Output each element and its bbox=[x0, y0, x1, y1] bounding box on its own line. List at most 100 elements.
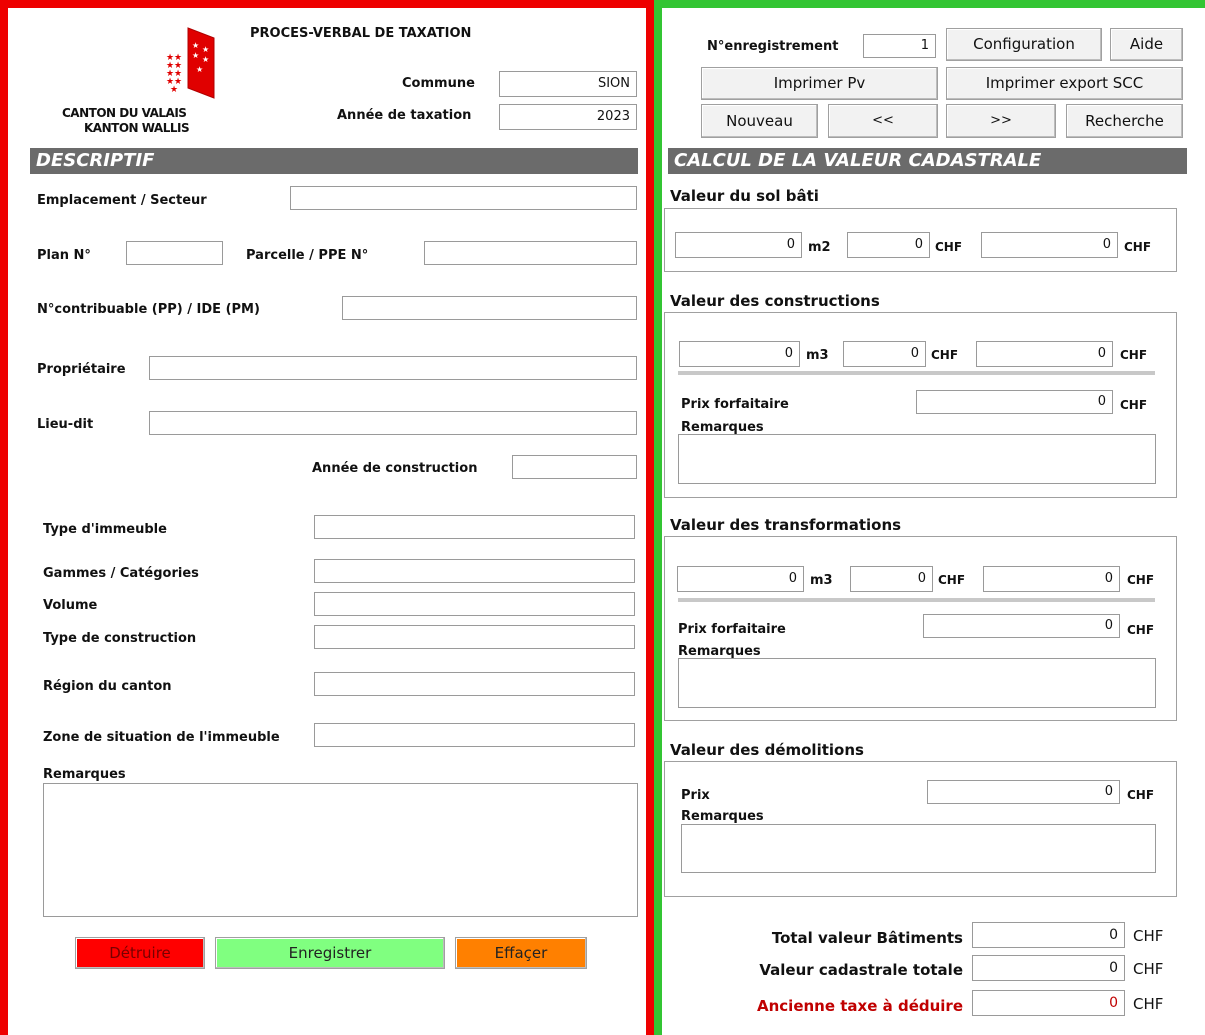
transformations-prix-field[interactable]: 0 bbox=[850, 566, 933, 592]
plan-label: Plan N° bbox=[37, 248, 91, 263]
remarques-textarea[interactable] bbox=[43, 783, 638, 917]
constructions-m3-field[interactable]: 0 bbox=[679, 341, 800, 367]
canton-logo: ★ ★ ★ ★ ★ ★ ★ ★ ★ ★ ★ ★ ★ ★ bbox=[160, 26, 216, 100]
constructions-m3-unit: m3 bbox=[806, 348, 829, 363]
configuration-button[interactable]: Configuration bbox=[946, 28, 1102, 61]
zone-label: Zone de situation de l'immeuble bbox=[43, 730, 280, 745]
valeur-cadastrale-label: Valeur cadastrale totale bbox=[759, 961, 963, 979]
type-construction-field[interactable] bbox=[314, 625, 635, 649]
ancienne-taxe-label: Ancienne taxe à déduire bbox=[757, 997, 963, 1015]
page-title: PROCES-VERBAL DE TAXATION bbox=[250, 26, 472, 41]
demolitions-prix-label: Prix bbox=[681, 788, 710, 803]
sol-prix-field[interactable]: 0 bbox=[847, 232, 930, 258]
sol-total-field[interactable]: 0 bbox=[981, 232, 1118, 258]
constructions-prix-field[interactable]: 0 bbox=[843, 341, 926, 367]
region-label: Région du canton bbox=[43, 679, 172, 694]
sol-m2-unit: m2 bbox=[808, 240, 831, 255]
transformations-total-field[interactable]: 0 bbox=[983, 566, 1120, 592]
region-field[interactable] bbox=[314, 672, 635, 696]
logo-text-1: CANTON DU VALAIS bbox=[62, 106, 187, 120]
svg-text:★: ★ bbox=[202, 55, 209, 64]
type-construction-label: Type de construction bbox=[43, 631, 197, 646]
contribuable-field[interactable] bbox=[342, 296, 637, 320]
parcelle-label: Parcelle / PPE N° bbox=[246, 248, 369, 263]
transformations-prix-forfait-field[interactable]: 0 bbox=[923, 614, 1120, 638]
transformations-remarques-textarea[interactable] bbox=[678, 658, 1156, 708]
transformations-prix-forfait-unit: CHF bbox=[1127, 623, 1155, 637]
constructions-prix-forfait-unit: CHF bbox=[1120, 398, 1148, 412]
constructions-remarques-label: Remarques bbox=[681, 420, 764, 435]
emplacement-label: Emplacement / Secteur bbox=[37, 193, 207, 208]
nouveau-button[interactable]: Nouveau bbox=[701, 104, 818, 138]
calcul-header: CALCUL DE LA VALEUR CADASTRALE bbox=[668, 148, 1187, 174]
sol-title: Valeur du sol bâti bbox=[670, 187, 819, 205]
enregistrement-label: N°enregistrement bbox=[707, 39, 839, 54]
constructions-prix-forfait-field[interactable]: 0 bbox=[916, 390, 1113, 414]
commune-field[interactable]: SION bbox=[499, 71, 637, 97]
remarques-label: Remarques bbox=[43, 767, 126, 782]
valais-flag-icon: ★ ★ ★ ★ ★ ★ ★ ★ ★ ★ ★ ★ ★ ★ bbox=[166, 27, 215, 99]
demolitions-remarques-label: Remarques bbox=[681, 809, 764, 824]
next-button[interactable]: >> bbox=[946, 104, 1056, 138]
sol-prix-unit: CHF bbox=[935, 240, 963, 254]
enregistrer-button[interactable]: Enregistrer bbox=[215, 937, 445, 969]
total-batiments-label: Total valeur Bâtiments bbox=[771, 929, 963, 947]
enregistrement-field[interactable]: 1 bbox=[863, 34, 936, 58]
annee-construction-label: Année de construction bbox=[312, 461, 478, 476]
constructions-title: Valeur des constructions bbox=[670, 292, 880, 310]
transformations-title: Valeur des transformations bbox=[670, 516, 902, 534]
sol-total-unit: CHF bbox=[1124, 240, 1152, 254]
prev-button[interactable]: << bbox=[828, 104, 938, 138]
parcelle-field[interactable] bbox=[424, 241, 637, 265]
valeur-cadastrale-unit: CHF bbox=[1133, 960, 1164, 978]
effacer-button[interactable]: Effaçer bbox=[455, 937, 587, 969]
proprietaire-field[interactable] bbox=[149, 356, 637, 380]
constructions-total-unit: CHF bbox=[1120, 348, 1148, 362]
emplacement-field[interactable] bbox=[290, 186, 637, 210]
transformations-m3-unit: m3 bbox=[810, 573, 833, 588]
lieudit-field[interactable] bbox=[149, 411, 637, 435]
transformations-separator bbox=[678, 598, 1155, 602]
lieudit-label: Lieu-dit bbox=[37, 417, 94, 432]
proprietaire-label: Propriétaire bbox=[37, 362, 126, 377]
svg-text:★: ★ bbox=[192, 41, 199, 50]
svg-text:★: ★ bbox=[196, 65, 203, 74]
ancienne-taxe-field[interactable]: 0 bbox=[972, 990, 1125, 1016]
gammes-field[interactable] bbox=[314, 559, 635, 583]
total-batiments-unit: CHF bbox=[1133, 927, 1164, 945]
plan-field[interactable] bbox=[126, 241, 223, 265]
svg-text:★: ★ bbox=[202, 45, 209, 54]
volume-field[interactable] bbox=[314, 592, 635, 616]
gammes-label: Gammes / Catégories bbox=[43, 566, 199, 581]
descriptif-header: DESCRIPTIF bbox=[30, 148, 638, 174]
imprimer-export-button[interactable]: Imprimer export SCC bbox=[946, 67, 1183, 100]
demolitions-prix-field[interactable]: 0 bbox=[927, 780, 1120, 804]
demolitions-prix-unit: CHF bbox=[1127, 788, 1155, 802]
annee-taxation-label: Année de taxation bbox=[337, 108, 472, 123]
constructions-total-field[interactable]: 0 bbox=[976, 341, 1113, 367]
sol-m2-field[interactable]: 0 bbox=[675, 232, 802, 258]
valeur-cadastrale-field[interactable]: 0 bbox=[972, 955, 1125, 981]
transformations-total-unit: CHF bbox=[1127, 573, 1155, 587]
recherche-button[interactable]: Recherche bbox=[1066, 104, 1183, 138]
aide-button[interactable]: Aide bbox=[1110, 28, 1183, 61]
demolitions-remarques-textarea[interactable] bbox=[681, 824, 1156, 873]
commune-label: Commune bbox=[402, 76, 475, 91]
constructions-remarques-textarea[interactable] bbox=[678, 434, 1156, 484]
detruire-button[interactable]: Détruire bbox=[75, 937, 205, 969]
imprimer-pv-button[interactable]: Imprimer Pv bbox=[701, 67, 938, 100]
zone-field[interactable] bbox=[314, 723, 635, 747]
transformations-prix-unit: CHF bbox=[938, 573, 966, 587]
transformations-m3-field[interactable]: 0 bbox=[677, 566, 804, 592]
transformations-remarques-label: Remarques bbox=[678, 644, 761, 659]
total-batiments-field[interactable]: 0 bbox=[972, 922, 1125, 948]
svg-text:★: ★ bbox=[170, 85, 178, 95]
svg-text:★: ★ bbox=[192, 51, 199, 60]
transformations-prix-forfait-label: Prix forfaitaire bbox=[678, 622, 786, 637]
annee-taxation-field[interactable]: 2023 bbox=[499, 104, 637, 130]
type-immeuble-field[interactable] bbox=[314, 515, 635, 539]
demolitions-title: Valeur des démolitions bbox=[670, 741, 864, 759]
annee-construction-field[interactable] bbox=[512, 455, 637, 479]
type-immeuble-label: Type d'immeuble bbox=[43, 522, 167, 537]
ancienne-taxe-unit: CHF bbox=[1133, 995, 1164, 1013]
